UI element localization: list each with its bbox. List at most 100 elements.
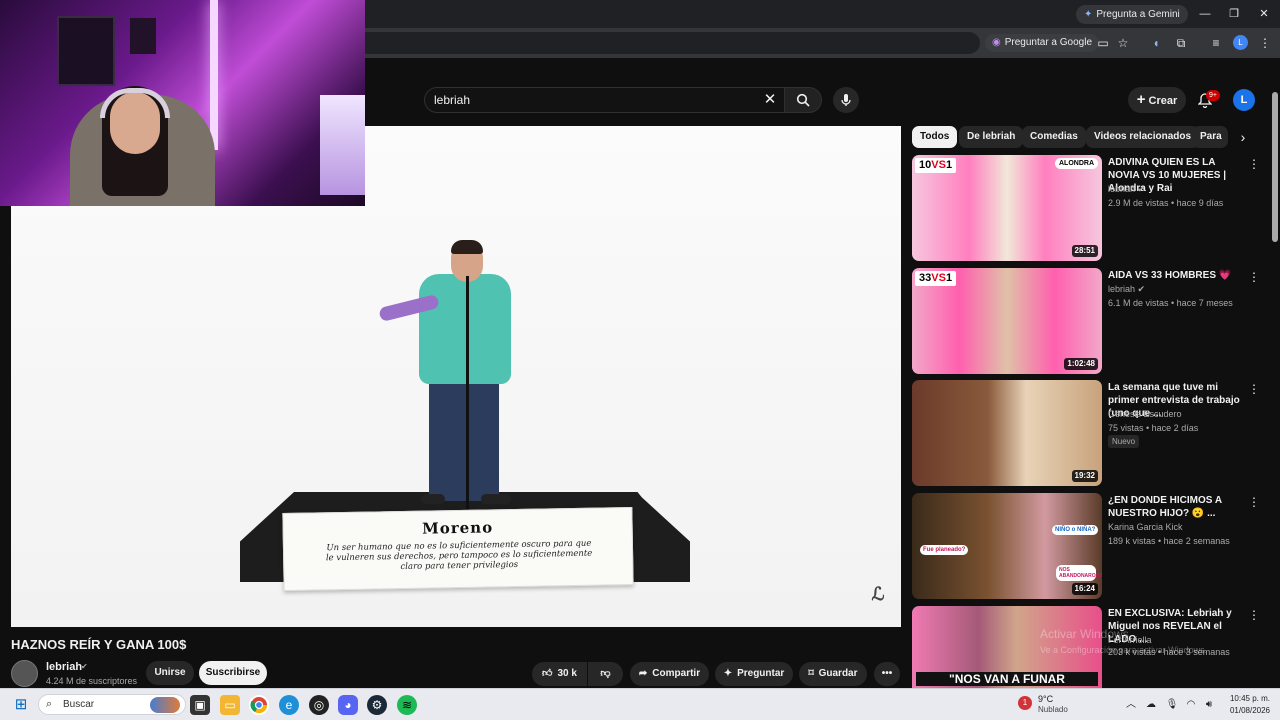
- volume-icon[interactable]: 🔊︎: [1202, 698, 1216, 712]
- reading-list-icon[interactable]: ≡: [1208, 35, 1224, 51]
- windows-start-icon[interactable]: ⊞: [11, 695, 31, 715]
- search-button[interactable]: [784, 87, 822, 113]
- webcam-overlay: [0, 0, 365, 206]
- comedian-legs: [429, 376, 499, 501]
- thumb-bubble: NIÑO o NIÑA?: [1052, 525, 1099, 535]
- chrome-icon[interactable]: [249, 695, 269, 715]
- recommendation-item[interactable]: 19:32 La semana que tuve mi primer entre…: [912, 380, 1262, 486]
- new-badge: Nuevo: [1108, 435, 1140, 448]
- subscribe-button[interactable]: Suscribirse: [199, 661, 267, 685]
- weather-temperature[interactable]: 9°C: [1038, 694, 1053, 704]
- comedian-hoodie: [419, 274, 511, 384]
- thumb-caption: "NOS VAN A FUNAR: [916, 672, 1098, 686]
- video-meta: 189 k vistas • hace 2 semanas: [1108, 536, 1230, 546]
- join-button[interactable]: Unirse: [146, 661, 194, 685]
- chip-videos-relacionados[interactable]: Videos relacionados: [1086, 126, 1200, 148]
- chevron-up-icon[interactable]: ︿: [1124, 698, 1138, 712]
- recommendation-item[interactable]: 33VS1 1:02:48 AIDA VS 33 HOMBRES 💗 lebri…: [912, 268, 1262, 374]
- search-icon: [796, 93, 810, 107]
- browser-profile-avatar[interactable]: L: [1233, 35, 1248, 50]
- voice-icon[interactable]: ◖: [1148, 35, 1164, 51]
- chip-para[interactable]: Para: [1192, 126, 1228, 148]
- recommendation-item[interactable]: 10VS1 ALONDRA 28:51 ADIVINA QUIEN ES LA …: [912, 155, 1262, 261]
- obs-icon[interactable]: ◎: [309, 695, 329, 715]
- mic-stand: [466, 276, 469, 516]
- task-view-icon[interactable]: ▣: [190, 695, 210, 715]
- channel-name[interactable]: Génesis Escudero: [1108, 409, 1182, 419]
- more-vertical-icon[interactable]: ⋮: [1248, 382, 1260, 396]
- file-explorer-icon[interactable]: ▭: [220, 695, 240, 715]
- video-meta: 2.9 M de vistas • hace 9 días: [1108, 198, 1224, 208]
- wifi-icon[interactable]: ◠: [1184, 698, 1198, 712]
- steam-icon[interactable]: ⚙: [367, 695, 387, 715]
- chevron-right-icon[interactable]: ›: [1233, 126, 1253, 148]
- edge-icon[interactable]: e: [279, 695, 299, 715]
- cast-icon[interactable]: ▭: [1095, 35, 1111, 51]
- more-vertical-icon[interactable]: ⋮: [1248, 495, 1260, 509]
- mic-icon: [841, 94, 851, 106]
- channel-name[interactable]: lebriah: [46, 661, 82, 673]
- chip-de-lebriah[interactable]: De lebriah: [959, 126, 1024, 148]
- like-count: 30 k: [557, 668, 577, 679]
- mic-tray-icon[interactable]: 🎙︎: [1165, 698, 1179, 712]
- network-cloud-icon[interactable]: ☁: [1144, 698, 1158, 712]
- verified-icon: ✔: [81, 662, 88, 671]
- clock-time[interactable]: 10:45 p. m.: [1225, 694, 1270, 703]
- share-button[interactable]: ➦ Compartir: [630, 662, 709, 686]
- video-title[interactable]: AIDA VS 33 HOMBRES 💗: [1108, 269, 1246, 282]
- chip-todos[interactable]: Todos: [912, 126, 958, 148]
- ask-google-button[interactable]: ◉ Preguntar a Google: [985, 34, 1100, 52]
- search-highlight-icon[interactable]: [150, 697, 180, 713]
- voice-search-button[interactable]: [833, 87, 859, 113]
- account-avatar[interactable]: L: [1233, 89, 1255, 111]
- video-thumbnail[interactable]: 19:32: [912, 380, 1102, 486]
- weather-alert-badge[interactable]: 1: [1018, 696, 1032, 710]
- clear-search-icon[interactable]: ✕: [761, 89, 779, 111]
- share-label: Compartir: [652, 668, 701, 679]
- channel-name[interactable]: lebriah ✔: [1108, 184, 1145, 195]
- video-meta: 6.1 M de vistas • hace 7 meses: [1108, 298, 1233, 308]
- spotify-icon[interactable]: ≋: [397, 695, 417, 715]
- channel-avatar[interactable]: [11, 660, 38, 687]
- gemini-button[interactable]: ✦ Pregunta a Gemini: [1076, 5, 1188, 24]
- save-label: Guardar: [818, 668, 858, 679]
- channel-name[interactable]: lebriah ✔: [1108, 284, 1145, 295]
- chip-comedias[interactable]: Comedias: [1022, 126, 1086, 148]
- comedian-shoe: [481, 494, 511, 504]
- recommendation-item[interactable]: Fue planeado? NIÑO o NIÑA? NOS ABANDONAR…: [912, 493, 1262, 599]
- minimize-button[interactable]: —: [1194, 5, 1216, 23]
- browser-menu-icon[interactable]: ⋮: [1257, 35, 1273, 51]
- channel-watermark-logo[interactable]: ℒ: [867, 584, 889, 610]
- clock-date[interactable]: 01/08/2026: [1220, 706, 1270, 715]
- discord-icon[interactable]: ◕: [338, 695, 358, 715]
- more-vertical-icon[interactable]: ⋮: [1248, 270, 1260, 284]
- vs-tag: 33VS1: [915, 271, 957, 286]
- video-thumbnail[interactable]: 33VS1 1:02:48: [912, 268, 1102, 374]
- more-vertical-icon[interactable]: ⋮: [1248, 157, 1260, 171]
- more-vertical-icon[interactable]: ⋮: [1248, 608, 1260, 622]
- close-window-button[interactable]: ✕: [1253, 5, 1275, 23]
- video-duration: 19:32: [1071, 470, 1098, 482]
- more-horizontal-icon: •••: [881, 668, 893, 679]
- save-button[interactable]: ⌑ Guardar: [799, 662, 867, 686]
- video-title: HAZNOS REÍR Y GANA 100$: [11, 637, 187, 652]
- activate-windows-title: Activar Windows: [1040, 627, 1129, 641]
- extensions-icon[interactable]: ⧉: [1173, 35, 1189, 51]
- like-button[interactable]: 👍︎ 30 k: [532, 662, 587, 686]
- video-title[interactable]: ¿EN DONDE HICIMOS A NUESTRO HIJO? 😮 ...: [1108, 494, 1246, 520]
- plus-icon: +: [1136, 91, 1146, 108]
- search-input[interactable]: [424, 87, 784, 113]
- thumb-bubble: Fue planeado?: [920, 545, 969, 555]
- subscriber-count: 4.24 M de suscriptores: [46, 676, 138, 686]
- create-button[interactable]: + Crear: [1128, 87, 1186, 113]
- restore-button[interactable]: ❐: [1223, 5, 1245, 23]
- video-thumbnail[interactable]: 10VS1 ALONDRA 28:51: [912, 155, 1102, 261]
- star-icon[interactable]: ☆: [1115, 35, 1131, 51]
- dislike-button[interactable]: 👎︎: [588, 662, 623, 686]
- share-icon: ➦: [638, 668, 648, 679]
- ask-button[interactable]: ✦ Preguntar: [715, 662, 793, 686]
- scrollbar-thumb[interactable]: [1272, 92, 1278, 242]
- channel-name[interactable]: Karina Garcia Kick: [1108, 522, 1183, 532]
- video-thumbnail[interactable]: Fue planeado? NIÑO o NIÑA? NOS ABANDONAR…: [912, 493, 1102, 599]
- more-actions-button[interactable]: •••: [874, 662, 900, 686]
